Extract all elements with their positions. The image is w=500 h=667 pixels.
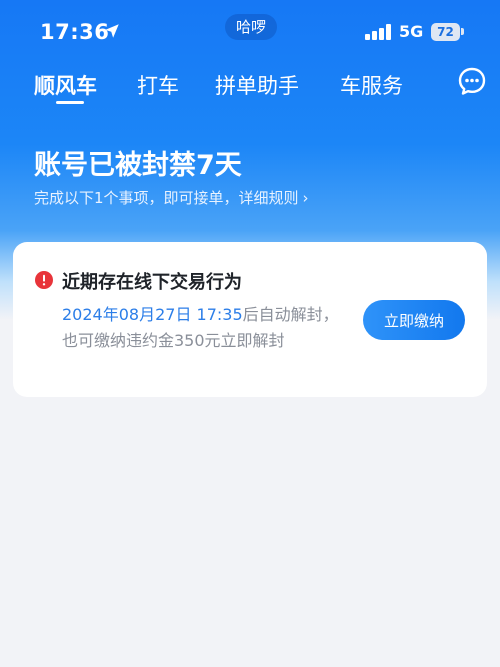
tab-shunfengche[interactable]: 顺风车: [34, 70, 97, 100]
pay-now-button[interactable]: 立即缴纳: [363, 300, 465, 340]
status-bar: 17:36 哈啰 5G 72: [0, 0, 500, 62]
notice-title: 近期存在线下交易行为: [62, 272, 242, 293]
battery-icon: 72: [431, 23, 460, 41]
chat-bubble-icon[interactable]: [457, 66, 487, 96]
signal-icon: [365, 24, 391, 40]
chevron-right-icon: ›: [302, 189, 309, 207]
app-name-pill: 哈啰: [225, 14, 278, 40]
tab-che-fuwu[interactable]: 车服务: [340, 70, 403, 100]
notice-description: 2024年08月27日 17:35后自动解封，也可缴纳违约金350元立即解封: [62, 302, 347, 354]
location-arrow-icon: [105, 24, 119, 38]
ban-rules-link[interactable]: 完成以下1个事项，即可接单，详细规则 ›: [34, 187, 309, 208]
status-time: 17:36: [40, 20, 110, 44]
battery-cap: [461, 28, 464, 35]
top-tabs: 顺风车 打车 拼单助手 车服务: [0, 62, 500, 112]
tab-active-underline: [56, 101, 84, 104]
warning-icon: [35, 271, 53, 289]
ban-subtitle-text: 完成以下1个事项，即可接单，详细规则: [34, 189, 299, 207]
tab-pindan-zhushou[interactable]: 拼单助手: [215, 70, 299, 100]
notice-card: 近期存在线下交易行为 2024年08月27日 17:35后自动解封，也可缴纳违约…: [13, 242, 487, 397]
ban-title: 账号已被封禁7天: [34, 150, 242, 181]
network-type: 5G: [399, 22, 424, 41]
unban-datetime: 2024年08月27日 17:35: [62, 305, 243, 324]
tab-dache[interactable]: 打车: [137, 70, 179, 100]
